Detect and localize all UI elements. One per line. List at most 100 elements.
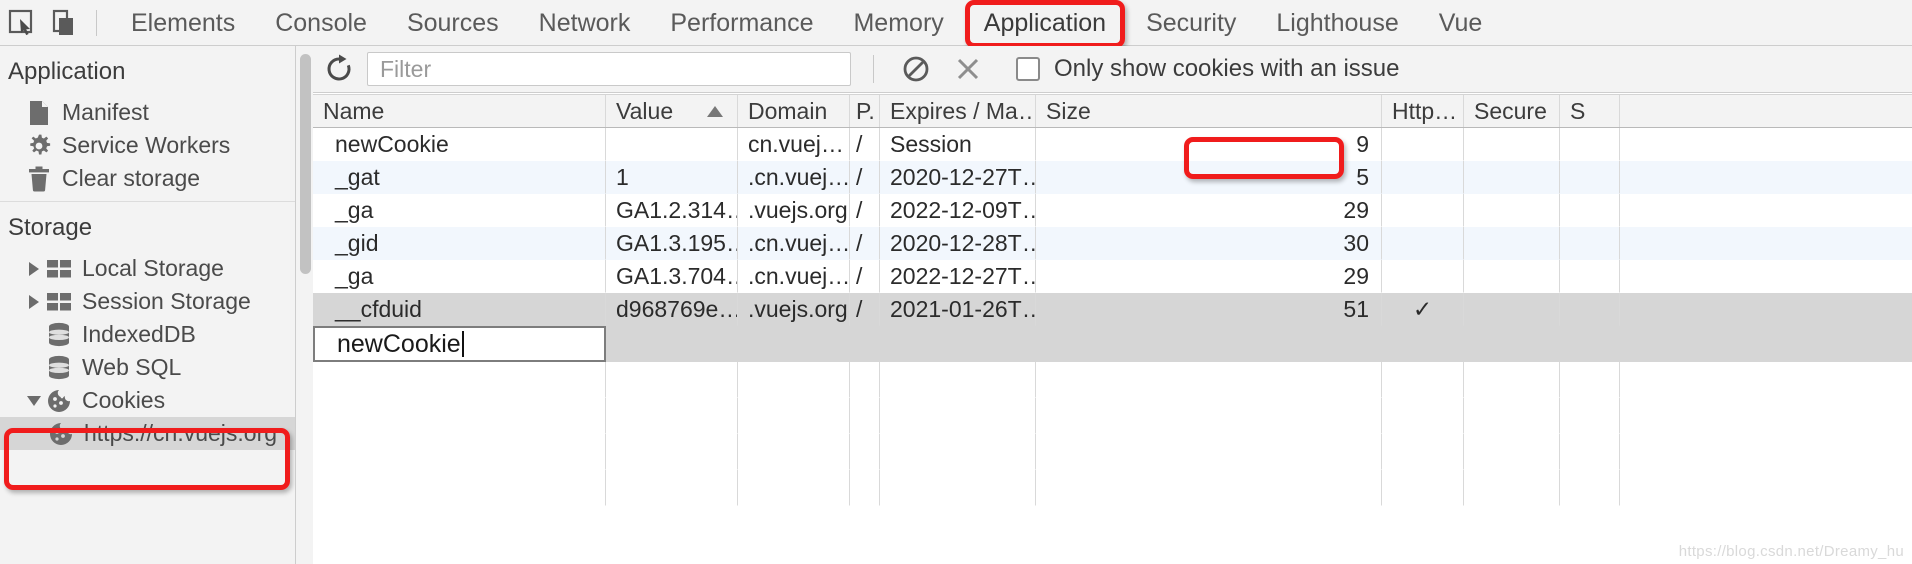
chevron-right-icon[interactable] — [24, 285, 44, 318]
cell-httponly — [1382, 161, 1464, 194]
cell-value: 1 — [606, 161, 738, 194]
column-header-samesite[interactable]: S — [1560, 95, 1620, 127]
cell-size: 30 — [1036, 227, 1382, 260]
cell-size: 29 — [1036, 260, 1382, 293]
cell-domain: cn.vuej… — [738, 128, 850, 161]
cell-expires: 2020-12-27T… — [880, 161, 1036, 194]
table-row[interactable]: _gat 1 .cn.vuej… / 2020-12-27T… 5 — [313, 161, 1912, 194]
only-show-issues-checkbox[interactable] — [1016, 57, 1040, 81]
cell-secure — [1464, 260, 1560, 293]
cell-empty — [1382, 434, 1464, 470]
tab-sources[interactable]: Sources — [387, 0, 519, 46]
column-label: S — [1570, 97, 1586, 124]
sidebar-item-clear-storage[interactable]: Clear storage — [0, 162, 295, 195]
table-row[interactable]: _gid GA1.3.195… .cn.vuej… / 2020-12-28T…… — [313, 227, 1912, 260]
sidebar-item-service-workers[interactable]: Service Workers — [0, 129, 295, 162]
tab-performance[interactable]: Performance — [650, 0, 833, 46]
panel-scrollbar[interactable] — [297, 46, 313, 564]
refresh-icon[interactable] — [313, 46, 365, 93]
text-caret — [461, 331, 464, 357]
tab-application[interactable]: Application — [964, 0, 1126, 48]
sidebar-item-manifest[interactable]: Manifest — [0, 96, 295, 129]
table-row-editing[interactable]: newCookie — [313, 326, 1912, 362]
application-sidebar: Application Manifest Service Workers Cle… — [0, 46, 296, 564]
only-show-issues-checkbox-wrap[interactable]: Only show cookies with an issue — [1016, 55, 1400, 83]
cell-path: / — [850, 260, 880, 293]
table-header-row: Name Value Domain P. Expires / Ma… Size — [313, 94, 1912, 128]
cell-empty — [880, 362, 1036, 398]
inspect-cursor-icon[interactable] — [0, 0, 44, 46]
chevron-right-icon[interactable] — [24, 252, 44, 285]
tab-vue[interactable]: Vue — [1419, 0, 1503, 46]
gear-icon — [24, 129, 54, 162]
column-header-name[interactable]: Name — [313, 95, 606, 127]
table-row[interactable]: newCookie cn.vuej… / Session 9 — [313, 128, 1912, 161]
sidebar-item-indexeddb[interactable]: IndexedDB — [0, 318, 295, 351]
cell-empty — [1560, 434, 1620, 470]
column-header-secure[interactable]: Secure — [1464, 95, 1560, 127]
cell-secure — [1464, 128, 1560, 161]
cell-httponly: ✓ — [1382, 293, 1464, 326]
cell-empty — [1036, 362, 1382, 398]
sidebar-item-web-sql[interactable]: Web SQL — [0, 351, 295, 384]
column-header-expires[interactable]: Expires / Ma… — [880, 95, 1036, 127]
cell-name: _gat — [313, 161, 606, 194]
table-row[interactable]: _ga GA1.2.314… .vuejs.org / 2022-12-09T…… — [313, 194, 1912, 227]
cell-value: GA1.3.195… — [606, 227, 738, 260]
cell-empty — [606, 362, 738, 398]
column-label: Size — [1046, 97, 1091, 124]
cell-size: 9 — [1036, 128, 1382, 161]
sidebar-item-label: https://cn.vuejs.org — [84, 420, 278, 446]
tab-label: Sources — [406, 8, 499, 37]
column-header-domain[interactable]: Domain — [738, 95, 850, 127]
table-row[interactable]: __cfduid d968769e… .vuejs.org / 2021-01-… — [313, 293, 1912, 326]
device-toolbar-icon[interactable] — [44, 0, 88, 46]
cell-empty — [850, 398, 880, 434]
tab-label: Security — [1146, 8, 1237, 37]
cell-empty — [880, 398, 1036, 434]
column-header-httponly[interactable]: Http… — [1382, 95, 1464, 127]
cell-samesite — [1560, 260, 1620, 293]
column-header-path[interactable]: P. — [850, 95, 880, 127]
cell-empty — [850, 434, 880, 470]
delete-selected-icon[interactable] — [942, 46, 994, 93]
cell-empty — [606, 434, 738, 470]
filter-input[interactable]: Filter — [367, 52, 851, 86]
chevron-down-icon[interactable] — [24, 384, 44, 417]
only-show-issues-label: Only show cookies with an issue — [1054, 55, 1400, 82]
new-cookie-name-input[interactable]: newCookie — [313, 326, 606, 362]
cell-httponly — [1382, 227, 1464, 260]
cell-empty — [606, 470, 738, 506]
tab-lighthouse[interactable]: Lighthouse — [1256, 0, 1418, 46]
cell-value: GA1.2.314… — [606, 194, 738, 227]
scrollbar-thumb[interactable] — [300, 54, 311, 274]
cell-expires: 2021-01-26T… — [880, 293, 1036, 326]
sidebar-item-local-storage[interactable]: Local Storage — [0, 252, 295, 285]
sidebar-item-cookies[interactable]: Cookies — [0, 384, 295, 417]
cell-empty — [1036, 398, 1382, 434]
table-grid-icon — [44, 285, 74, 318]
sidebar-section-storage: Storage — [8, 214, 93, 241]
cell-expires: Session — [880, 128, 1036, 161]
tab-console[interactable]: Console — [255, 0, 387, 46]
cell-secure — [1464, 194, 1560, 227]
table-row[interactable]: _ga GA1.3.704… .cn.vuej… / 2022-12-27T… … — [313, 260, 1912, 293]
table-empty-row — [313, 398, 1912, 434]
tab-memory[interactable]: Memory — [833, 0, 963, 46]
cell-empty — [1382, 398, 1464, 434]
clear-all-cookies-icon[interactable] — [890, 46, 942, 93]
tab-label: Network — [538, 8, 631, 37]
tab-network[interactable]: Network — [519, 0, 651, 46]
document-icon — [24, 96, 54, 129]
sidebar-item-session-storage[interactable]: Session Storage — [0, 285, 295, 318]
tab-security[interactable]: Security — [1126, 0, 1256, 46]
column-header-value[interactable]: Value — [606, 95, 738, 127]
cell-empty — [1382, 362, 1464, 398]
column-header-size[interactable]: Size — [1036, 95, 1382, 127]
filter-placeholder: Filter — [380, 55, 432, 82]
cell-empty — [1464, 398, 1560, 434]
tab-elements[interactable]: Elements — [111, 0, 255, 46]
cell-samesite — [1560, 194, 1620, 227]
cell-size: 51 — [1036, 293, 1382, 326]
sidebar-item-cookie-origin[interactable]: https://cn.vuejs.org — [0, 417, 295, 450]
